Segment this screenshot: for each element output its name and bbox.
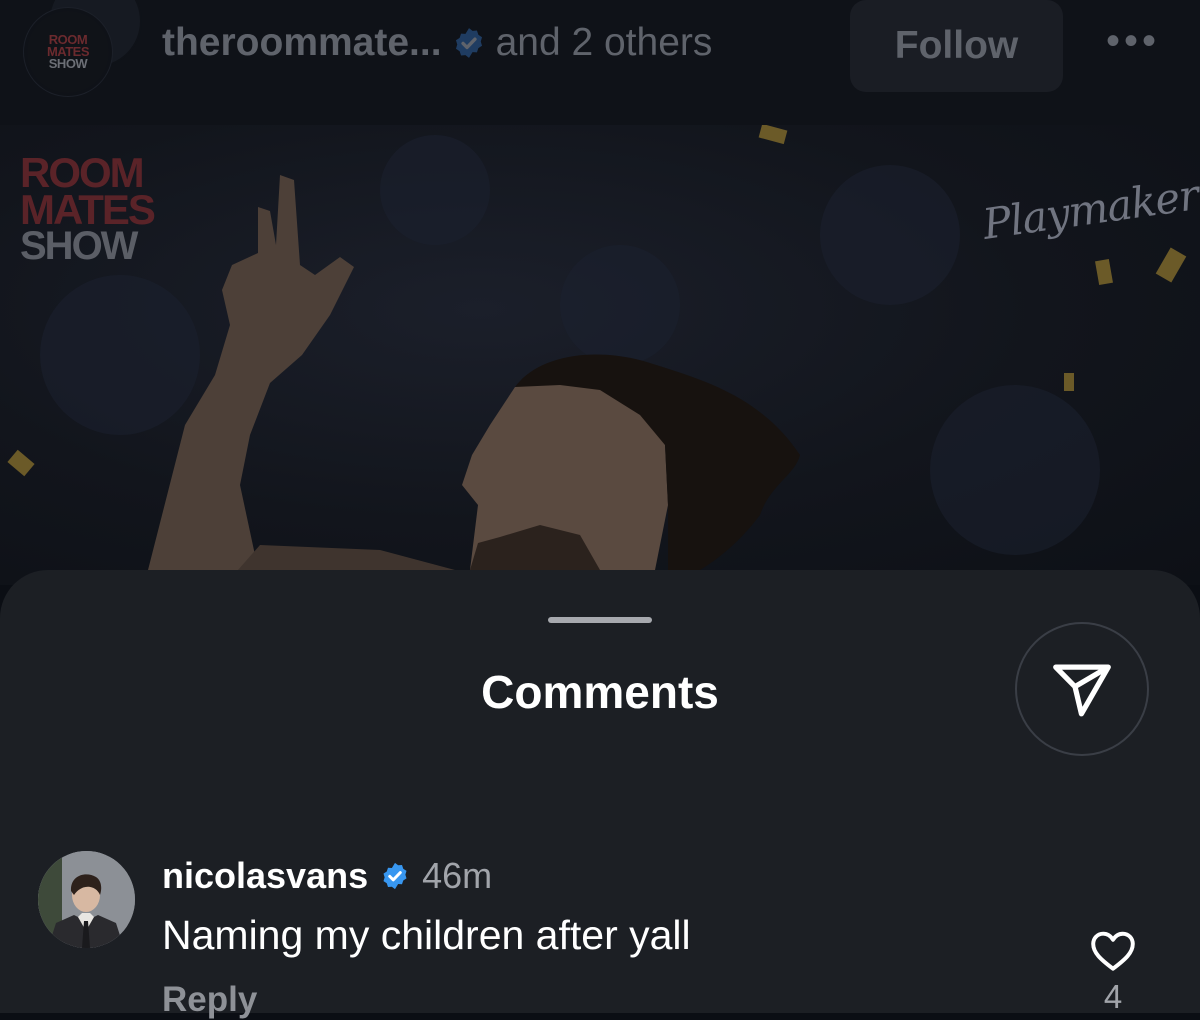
collab-avatars[interactable]: ROOM MATES SHOW	[18, 0, 142, 100]
post-header: ROOM MATES SHOW theroommate... and 2 oth…	[0, 0, 1200, 125]
commenter-avatar[interactable]	[38, 851, 135, 948]
comment-header: nicolasvans 46m	[162, 855, 492, 897]
commenter-username[interactable]: nicolasvans	[162, 855, 368, 897]
avatar-logo-text: SHOW	[48, 55, 88, 71]
post-author-title[interactable]: theroommate... and 2 others	[162, 18, 712, 68]
comment-timestamp: 46m	[422, 855, 493, 896]
send-icon	[1053, 664, 1111, 717]
more-options-icon[interactable]: •••	[1098, 21, 1168, 61]
comment-text: Naming my children after yall	[162, 912, 691, 958]
collaborators-count[interactable]: and 2 others	[496, 21, 713, 65]
comments-sheet: Comments nicolasvans 46m Naming my child…	[0, 570, 1200, 1019]
sheet-drag-handle[interactable]	[548, 617, 652, 623]
share-button[interactable]	[1015, 622, 1149, 756]
author-username[interactable]: theroommate...	[162, 21, 442, 65]
commenter-photo	[38, 851, 135, 948]
player-image	[148, 175, 800, 570]
collab-avatar-primary[interactable]: ROOM MATES SHOW	[24, 8, 112, 96]
verified-badge-icon	[455, 28, 482, 58]
reply-button[interactable]: Reply	[162, 980, 257, 1020]
follow-button[interactable]: Follow	[850, 0, 1063, 92]
heart-icon[interactable]	[1087, 926, 1139, 976]
post-media[interactable]: ROOM MATES SHOW Playmaker	[0, 125, 1200, 585]
like-count: 4	[1103, 978, 1123, 1015]
verified-badge-icon	[383, 862, 407, 890]
comment-item: nicolasvans 46m Naming my children after…	[0, 840, 1200, 1019]
